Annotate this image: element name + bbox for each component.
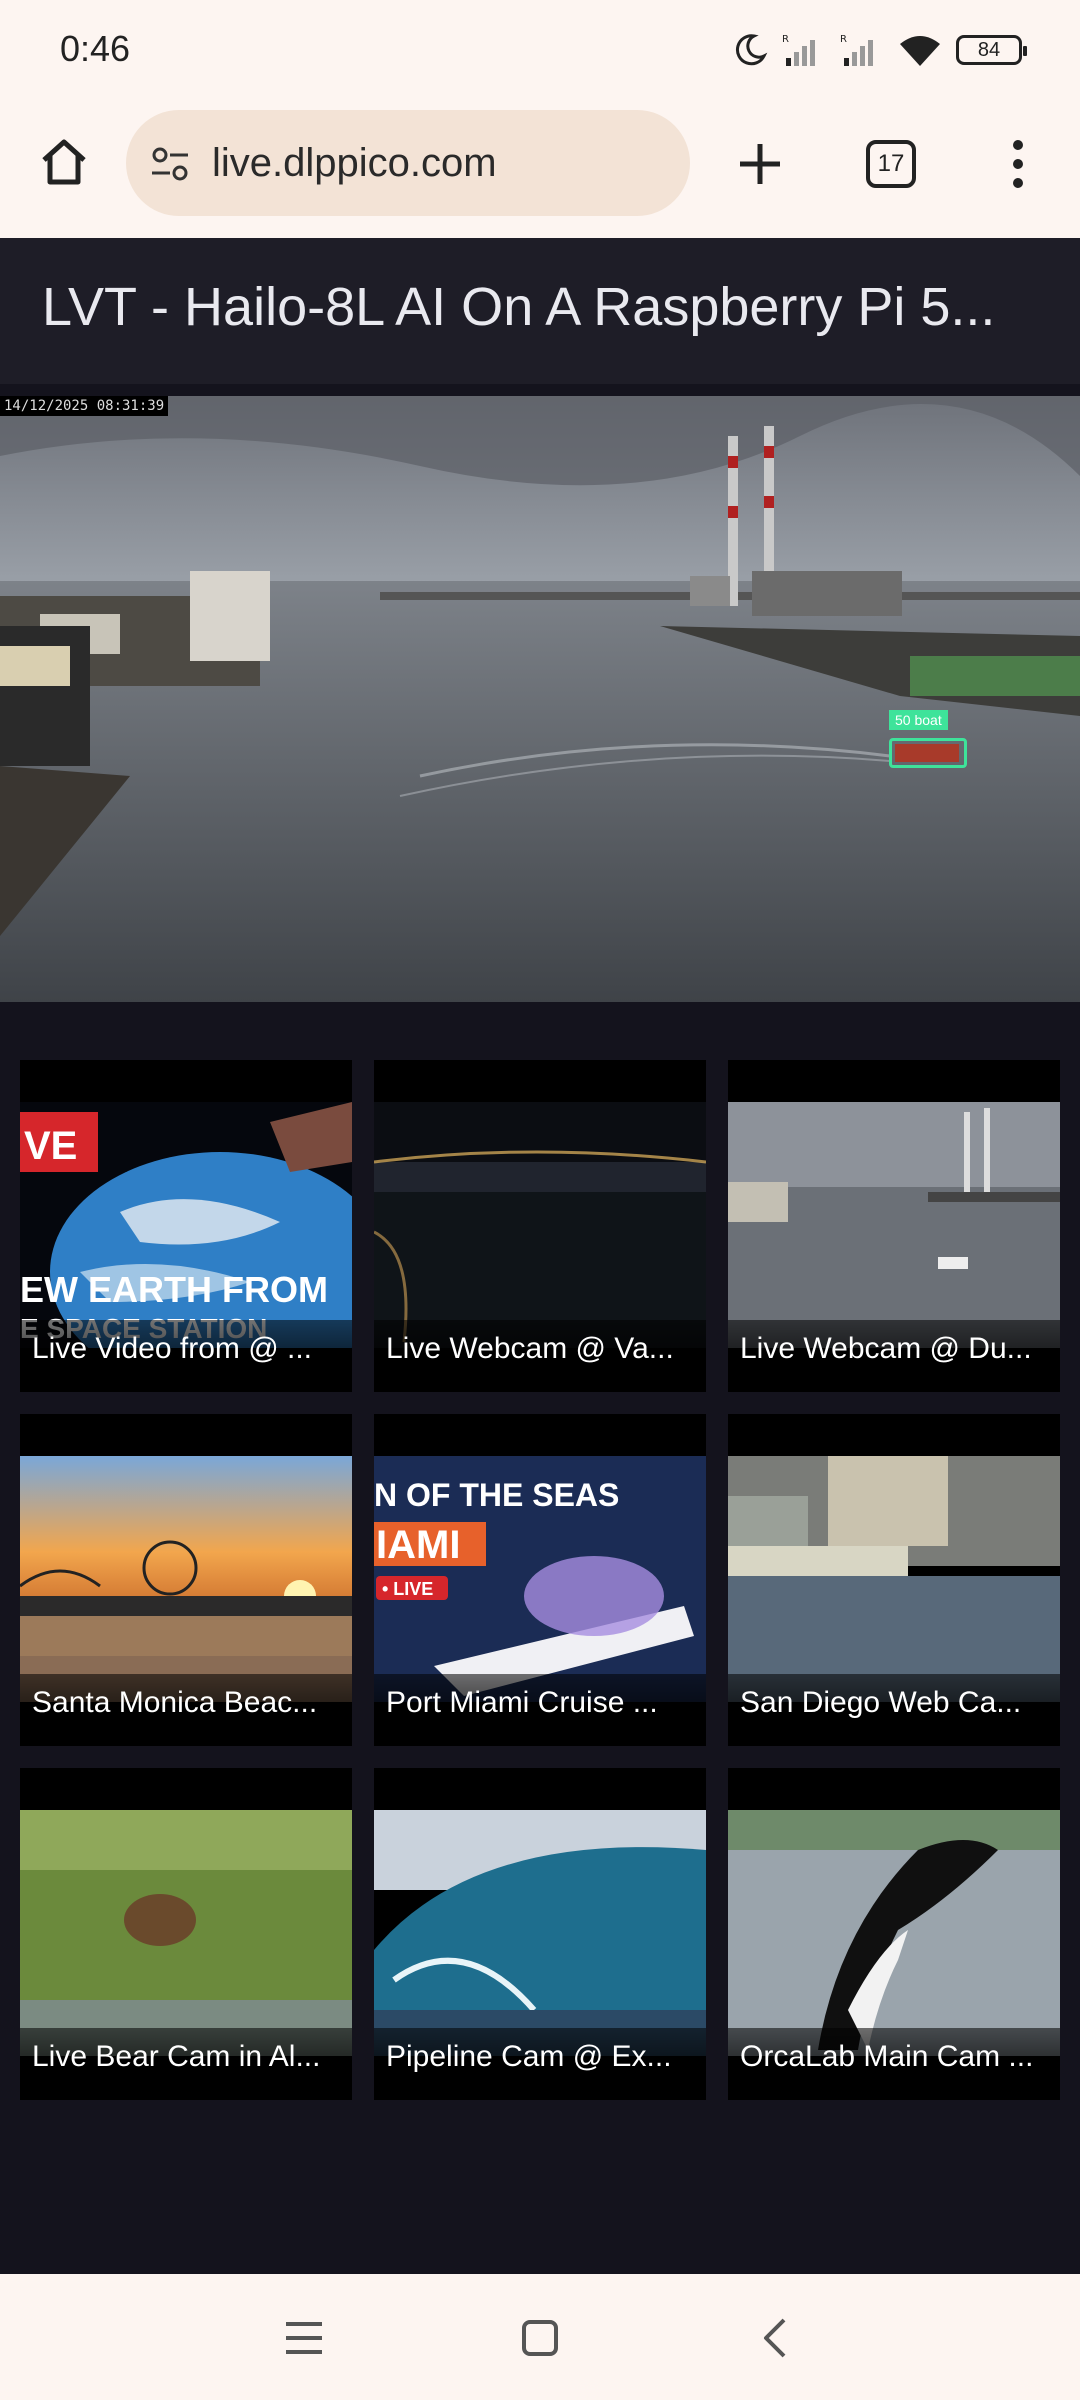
menu-dot [1013,178,1023,188]
home-nav-button[interactable] [510,2308,570,2368]
recents-button[interactable] [274,2308,334,2368]
back-icon [764,2318,786,2358]
tab-switcher-button[interactable]: 17 [866,140,916,188]
battery-indicator: 84 [956,35,1027,65]
plus-icon [740,144,780,184]
stream-thumbnail [374,1810,706,2056]
home-button[interactable] [32,130,96,194]
status-icons: R R 84 [732,30,1027,70]
stream-title: San Diego Web Ca... [728,1674,1060,1746]
stream-thumbnail: N OF THE SEAS IAMI • LIVE [374,1456,706,1702]
menu-dot [1013,159,1023,169]
stream-card[interactable]: Santa Monica Beac... [20,1414,352,1746]
thumb-live: • LIVE [382,1579,433,1599]
stream-title: Live Webcam @ Du... [728,1320,1060,1392]
thumb-title-line1: EW EARTH FROM [20,1269,328,1310]
system-nav-bar [0,2274,1080,2400]
wifi-icon [900,36,940,66]
stream-thumbnail [20,1456,352,1702]
stream-card[interactable]: Pipeline Cam @ Ex... [374,1768,706,2100]
stream-title: Live Bear Cam in Al... [20,2028,352,2100]
live-badge-text: VE [24,1124,77,1168]
stream-title: OrcaLab Main Cam ... [728,2028,1060,2100]
browser-toolbar: live.dlppico.com 17 [0,100,1080,238]
thumb-city: IAMI [376,1523,460,1567]
page-header: LVT - Hailo-8L AI On A Raspberry Pi 5... [0,238,1080,384]
stream-thumbnail: VE EW EARTH FROM E SPACE STATION [20,1102,352,1348]
thumb-ship-name: N OF THE SEAS [374,1477,619,1513]
stream-thumbnail [728,1102,1060,1348]
stream-title: Live Video from @ ... [20,1320,352,1392]
site-settings-icon[interactable] [150,144,190,184]
stream-card[interactable]: Live Bear Cam in Al... [20,1768,352,2100]
url-text: live.dlppico.com [212,140,497,185]
status-bar: 0:46 R R 84 [0,0,1080,100]
stream-title: Pipeline Cam @ Ex... [374,2028,706,2100]
signal-icon: R [782,34,815,66]
home-square-icon [522,2320,558,2356]
new-tab-button[interactable] [728,132,792,196]
page-title: LVT - Hailo-8L AI On A Raspberry Pi 5... [42,277,996,337]
recents-icon [286,2322,322,2354]
moon-icon [735,34,768,66]
stream-thumbnail [374,1102,706,1348]
menu-dot [1013,140,1023,150]
status-time: 0:46 [60,28,131,69]
stream-card[interactable]: N OF THE SEAS IAMI • LIVE Port Miami Cru… [374,1414,706,1746]
address-bar[interactable]: live.dlppico.com [126,110,690,216]
stream-card[interactable]: Live Webcam @ Du... [728,1060,1060,1392]
signal-icon: R [840,34,873,66]
stream-card[interactable]: VE EW EARTH FROM E SPACE STATION Live Vi… [20,1060,352,1392]
back-button[interactable] [746,2308,806,2368]
home-icon [42,139,86,185]
stream-thumbnail [20,1810,352,2056]
stream-title: Port Miami Cruise ... [374,1674,706,1746]
stream-card[interactable]: Live Webcam @ Va... [374,1060,706,1392]
svg-text:R: R [782,34,789,45]
stream-title: Santa Monica Beac... [20,1674,352,1746]
stream-title: Live Webcam @ Va... [374,1320,706,1392]
stream-card[interactable]: OrcaLab Main Cam ... [728,1768,1060,2100]
video-timestamp: 14/12/2025 08:31:39 [0,396,169,416]
stream-thumbnail [728,1810,1060,2056]
stream-card[interactable]: San Diego Web Ca... [728,1414,1060,1746]
harbor-video-frame [0,396,1080,1002]
stream-thumbnail [728,1456,1060,1702]
detection-box [889,738,967,768]
more-vert-icon[interactable] [1000,134,1036,194]
svg-text:R: R [840,34,847,45]
main-video-player[interactable]: 14/12/2025 08:31:39 50 boat [0,396,1080,1002]
detection-label: 50 boat [889,710,948,730]
